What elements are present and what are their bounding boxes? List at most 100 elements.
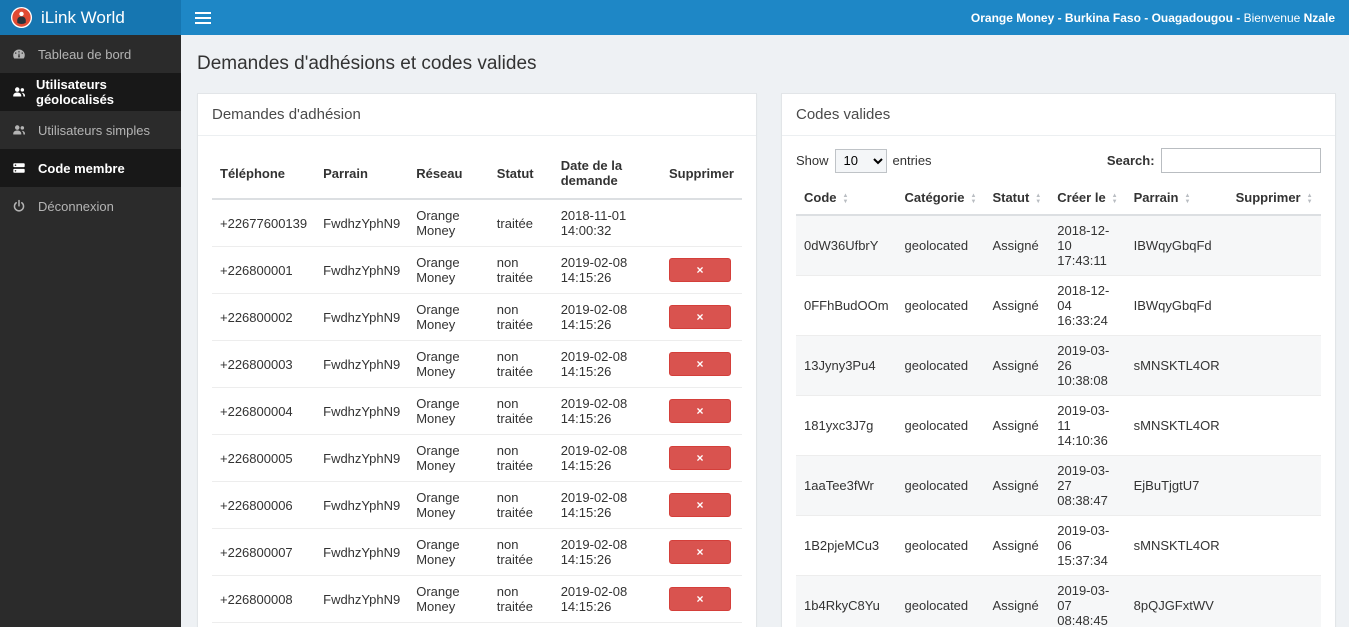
sidebar-item-utilisateurs-geolocalises[interactable]: Utilisateurs géolocalisés [0,73,181,111]
cell-code: 1B2pjeMCu3 [796,515,897,576]
cell-supprimer [1227,335,1321,396]
adhesion-row: +226800008 FwdhzYphN9 Orange Money non trai… [212,575,742,623]
cell-creer_le: 2019-03-26 10:38:08 [1049,335,1126,396]
sidebar-item-deconnexion[interactable]: Déconnexion [0,187,181,225]
hamburger-icon[interactable] [181,0,225,35]
cell-date: 2019-02-08 14:15:26 [552,575,661,623]
sidebar-item-label: Déconnexion [38,198,114,214]
users-icon [12,85,26,99]
brand[interactable]: iLink World [0,0,181,35]
cell-parrain: sMNSKTL4OR [1125,335,1228,396]
cell-telephone: +226800005 [212,434,316,482]
adhesion-row: +226800006 FwdhzYphN9 Orange Money non trai… [212,481,742,529]
cell-supprimer [660,199,742,247]
cell-reseau: Orange Money [408,481,489,529]
column-header[interactable]: Parrain ▲ ▼ [1125,181,1228,216]
search-input[interactable] [1160,148,1321,173]
cell-statut: Assigné [984,455,1050,516]
cell-code: 0dW36UfbrY [796,214,897,276]
sort-icon[interactable]: ▲ ▼ [1112,193,1118,205]
sidebar-item-code-membre[interactable]: Code membre [0,149,181,187]
cell-telephone: +226800006 [212,481,316,529]
cell-statut: non traitée [488,387,553,435]
column-header[interactable]: Statut ▲ ▼ [984,181,1050,216]
cell-parrain: FwdhzYphN9 [315,199,409,247]
code-row: 13Jyny3Pu4 geolocated Assigné 2019-03-26 10… [796,335,1321,396]
page-title: Demandes d'adhésions et codes valides [197,53,537,74]
cell-supprimer: × [660,246,742,294]
sidebar-item-label: Tableau de bord [38,46,132,62]
page-size-control: Show 10 entries [796,148,932,173]
column-header[interactable]: Catégorie ▲ ▼ [896,181,985,216]
cell-telephone: +226800007 [212,528,316,576]
topbar-user-info: Orange Money - Burkina Faso - Ouagadougo… [971,0,1349,35]
cell-statut: Assigné [984,214,1050,276]
column-label: Parrain [1133,190,1179,205]
codes-tbody: 0dW36UfbrY geolocated Assigné 2018-12-10 17… [796,214,1321,627]
adhesions-table: Téléphone Parrain Réseau Statut Date de la d… [212,148,742,627]
cell-date: 2019-02-08 14:15:26 [552,340,661,388]
cell-creer_le: 2018-12-04 16:33:24 [1049,275,1126,336]
cell-statut: non traitée [488,528,553,576]
cell-statut: Assigné [984,275,1050,336]
cell-parrain: FwdhzYphN9 [315,528,409,576]
page-size-select[interactable]: 10 [834,148,887,173]
delete-button[interactable]: × [668,587,731,611]
column-header: Statut [488,148,553,200]
delete-button[interactable]: × [668,540,731,564]
cell-telephone: +226800004 [212,387,316,435]
cell-categorie: geolocated [896,515,985,576]
cell-date: 2019-02-08 14:15:26 [552,481,661,529]
cell-supprimer: × [660,481,742,529]
cell-categorie: geolocated [896,455,985,516]
column-header[interactable]: Code ▲ ▼ [796,181,897,216]
cell-statut: non traitée [488,434,553,482]
cell-supprimer: × [660,293,742,341]
cell-parrain: sMNSKTL4OR [1125,395,1228,456]
cell-statut: non traitée [488,575,553,623]
column-header[interactable]: Supprimer ▲ ▼ [1227,181,1321,216]
cell-supprimer: × [660,575,742,623]
server-icon [12,161,28,175]
cell-creer_le: 2019-03-11 14:10:36 [1049,395,1126,456]
cell-supprimer: × [660,528,742,576]
brand-title: iLink World [41,7,125,27]
delete-button[interactable]: × [668,258,731,282]
sort-icon[interactable]: ▲ ▼ [843,193,849,205]
column-header[interactable]: Créer le ▲ ▼ [1049,181,1126,216]
adhesion-row: +22677600139 FwdhzYphN9 Orange Money traité… [212,199,742,247]
sort-icon[interactable]: ▲ ▼ [1307,193,1313,205]
power-icon [12,199,28,213]
cell-statut: Assigné [984,515,1050,576]
delete-button[interactable]: × [668,352,731,376]
sort-icon[interactable]: ▲ ▼ [1184,193,1190,205]
cell-supprimer: × [660,622,742,627]
code-row: 1aaTee3fWr geolocated Assigné 2019-03-27 08… [796,455,1321,516]
cell-code: 1b4RkyC8Yu [796,575,897,627]
adhesions-panel: Demandes d'adhésion Téléphone Parrain Rése… [197,93,757,627]
cell-creer_le: 2019-03-27 08:38:47 [1049,455,1126,516]
delete-button[interactable]: × [668,493,731,517]
cell-parrain: FwdhzYphN9 [315,434,409,482]
delete-button[interactable]: × [668,446,731,470]
cell-parrain: FwdhzYphN9 [315,622,409,627]
code-row: 181yxc3J7g geolocated Assigné 2019-03-11 14… [796,395,1321,456]
sidebar-item-utilisateurs-simples[interactable]: Utilisateurs simples [0,111,181,149]
column-label: Créer le [1057,190,1106,205]
adhesions-tbody: +22677600139 FwdhzYphN9 Orange Money traité… [212,199,742,627]
cell-creer_le: 2019-03-06 15:37:34 [1049,515,1126,576]
cell-reseau: Orange Money [408,293,489,341]
column-header: Réseau [408,148,489,200]
sidebar-item-tableau-de-bord[interactable]: Tableau de bord [0,35,181,73]
delete-button[interactable]: × [668,399,731,423]
sort-icon[interactable]: ▲ ▼ [1035,193,1041,205]
delete-button[interactable]: × [668,305,731,329]
cell-reseau: Orange Money [408,340,489,388]
column-label: Catégorie [904,190,965,205]
users-icon [12,123,28,137]
cell-parrain: EjBuTjgtU7 [1125,455,1228,516]
cell-telephone: +226800009 [212,622,316,627]
cell-parrain: FwdhzYphN9 [315,481,409,529]
adhesion-row: +226800004 FwdhzYphN9 Orange Money non trai… [212,387,742,435]
sort-icon[interactable]: ▲ ▼ [971,193,977,205]
